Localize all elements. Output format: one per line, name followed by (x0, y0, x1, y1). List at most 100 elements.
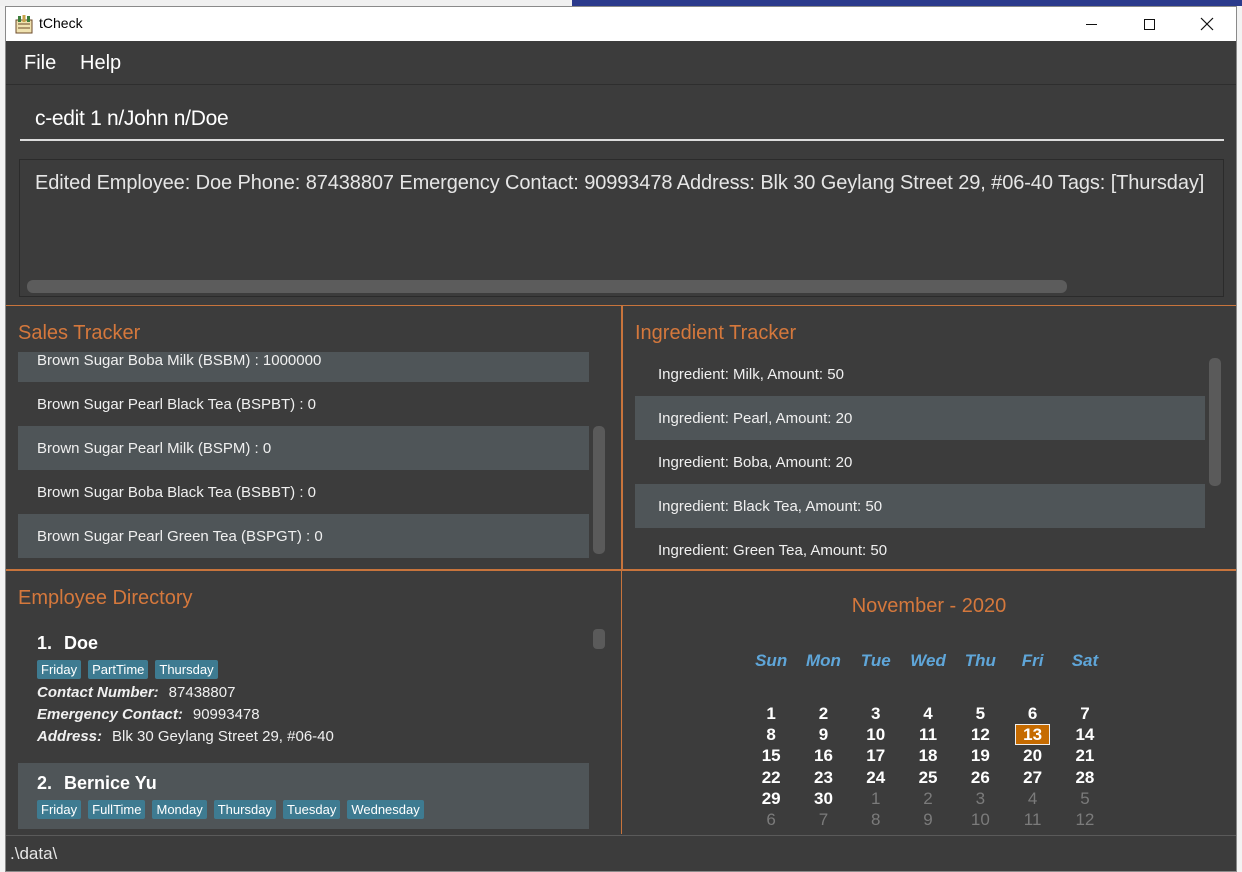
calendar-panel: November - 2020 Sun Mon Tue Wed Thu Fri … (622, 570, 1236, 834)
command-input[interactable] (20, 99, 1224, 141)
calendar-day[interactable]: 18 (902, 745, 954, 766)
employee-index: 1. (37, 633, 53, 653)
employee-card[interactable]: 2. Bernice Yu Friday FullTime Monday Thur… (18, 763, 589, 829)
calendar-week: 1 2 3 4 5 6 7 (745, 703, 1111, 724)
sales-item[interactable]: Brown Sugar Pearl Green Tea (BSPGT) : 0 (18, 514, 589, 558)
window-title: tCheck (39, 15, 83, 31)
calendar-day[interactable]: 12 (954, 724, 1006, 745)
title-bar[interactable]: tCheck (6, 7, 1236, 41)
calendar-day-label: 19 (970, 746, 990, 766)
contact-label: Contact Number: (37, 684, 159, 701)
employee-scrollbar[interactable] (593, 629, 605, 649)
calendar-day[interactable]: 4 (902, 703, 954, 724)
calendar-day-label: 21 (1075, 746, 1095, 766)
calendar-day[interactable]: 6 (1006, 703, 1058, 724)
calendar-day-other-month[interactable]: 8 (850, 809, 902, 830)
calendar-day-other-month[interactable]: 9 (902, 809, 954, 830)
calendar-day[interactable]: 15 (745, 745, 797, 766)
calendar-day[interactable]: 19 (954, 745, 1006, 766)
calendar-day[interactable]: 16 (797, 745, 849, 766)
result-horizontal-scrollbar[interactable] (27, 280, 1067, 293)
employee-directory-panel: Employee Directory 1. Doe Friday PartTime… (6, 570, 622, 834)
calendar-day[interactable]: 20 (1006, 745, 1058, 766)
ingredient-item[interactable]: Ingredient: Pearl, Amount: 20 (635, 396, 1205, 440)
sales-list[interactable]: Brown Sugar Boba Milk (BSBM) : 1000000 B… (18, 352, 589, 558)
emergency-label: Emergency Contact: (37, 706, 183, 723)
calendar-day-other-month[interactable]: 6 (745, 809, 797, 830)
calendar-day[interactable]: 3 (850, 703, 902, 724)
calendar-week: 15 16 17 18 19 20 21 (745, 745, 1111, 766)
close-button[interactable] (1178, 7, 1236, 41)
maximize-button[interactable] (1120, 7, 1178, 41)
sales-scrollbar[interactable] (593, 426, 605, 554)
calendar-day[interactable]: 27 (1006, 767, 1058, 788)
dayname-sat: Sat (1071, 651, 1099, 670)
calendar-day-label: 7 (818, 809, 829, 829)
calendar-day[interactable]: 11 (902, 724, 954, 745)
calendar-day[interactable]: 21 (1059, 745, 1111, 766)
close-icon (1200, 17, 1214, 31)
calendar-day[interactable]: 1 (745, 703, 797, 724)
calendar-day[interactable]: 7 (1059, 703, 1111, 724)
employee-list[interactable]: 1. Doe Friday PartTime Thursday Contact N… (18, 623, 589, 829)
calendar-day-other-month[interactable]: 1 (850, 788, 902, 809)
calendar-day-other-month[interactable]: 2 (902, 788, 954, 809)
employee-tag: Tuesday (282, 800, 341, 819)
employee-tag: FullTime (88, 800, 146, 819)
sales-item[interactable]: Brown Sugar Pearl Black Tea (BSPBT) : 0 (18, 382, 589, 426)
calendar-day-label: 2 (818, 704, 829, 723)
calendar-day-other-month[interactable]: 4 (1006, 788, 1058, 809)
calendar-day[interactable]: 30 (797, 788, 849, 809)
calendar-day[interactable]: 28 (1059, 767, 1111, 788)
calendar-day[interactable]: 23 (797, 767, 849, 788)
calendar-day-today[interactable]: 13 (1006, 724, 1058, 746)
calendar-day-other-month[interactable]: 10 (954, 809, 1006, 830)
sales-item[interactable]: Brown Sugar Pearl Milk (BSPM) : 0 (18, 426, 589, 470)
address-value: Blk 30 Geylang Street 29, #06-40 (112, 728, 334, 745)
sales-item[interactable]: Brown Sugar Boba Black Tea (BSBBT) : 0 (18, 470, 589, 514)
sales-item[interactable]: Brown Sugar Boba Milk (BSBM) : 1000000 (18, 352, 589, 382)
calendar-day-other-month[interactable]: 12 (1059, 809, 1111, 830)
emergency-value: 90993478 (192, 706, 260, 723)
dayname-fri: Fri (1021, 651, 1044, 670)
calendar-day[interactable]: 10 (850, 724, 902, 745)
calendar-day[interactable]: 14 (1059, 724, 1111, 745)
calendar-day[interactable]: 5 (954, 703, 1006, 724)
calendar-day[interactable]: 25 (902, 767, 954, 788)
calendar-day-other-month[interactable]: 7 (797, 809, 849, 830)
calendar-day[interactable]: 2 (797, 703, 849, 724)
calendar-day[interactable]: 22 (745, 767, 797, 788)
minimize-button[interactable] (1062, 7, 1120, 41)
employee-tag: Thursday (213, 800, 276, 819)
calendar-day[interactable]: 26 (954, 767, 1006, 788)
calendar-day-other-month[interactable]: 11 (1006, 809, 1058, 830)
calendar-day-label: 29 (761, 788, 781, 808)
ingredient-item[interactable]: Ingredient: Milk, Amount: 50 (635, 352, 1205, 396)
calendar-day[interactable]: 8 (745, 724, 797, 745)
ingredient-tracker-title: Ingredient Tracker (635, 322, 797, 344)
calendar-day-label: 24 (866, 767, 886, 787)
employee-tags: Friday FullTime Monday Thursday Tuesday … (37, 800, 589, 819)
dayname-wed: Wed (910, 651, 946, 670)
calendar-day[interactable]: 29 (745, 788, 797, 809)
calendar-day[interactable]: 17 (850, 745, 902, 766)
calendar-day[interactable]: 9 (797, 724, 849, 745)
ingredient-item[interactable]: Ingredient: Black Tea, Amount: 50 (635, 484, 1205, 528)
ingredient-list[interactable]: Ingredient: Milk, Amount: 50 Ingredient:… (635, 352, 1205, 558)
menu-help[interactable]: Help (80, 52, 121, 75)
employee-card[interactable]: 1. Doe Friday PartTime Thursday Contact N… (18, 623, 589, 763)
result-text: Edited Employee: Doe Phone: 87438807 Eme… (35, 172, 1205, 194)
calendar-day-other-month[interactable]: 5 (1059, 788, 1111, 809)
ingredient-scrollbar[interactable] (1209, 358, 1221, 486)
result-display[interactable]: Edited Employee: Doe Phone: 87438807 Eme… (19, 159, 1224, 297)
calendar-day-label: 12 (970, 725, 990, 745)
calendar-day-other-month[interactable]: 3 (954, 788, 1006, 809)
employee-index: 2. (37, 773, 53, 793)
app-window: tCheck File Help Edited Employee: Doe Ph… (5, 6, 1237, 872)
menu-file[interactable]: File (24, 52, 56, 75)
ingredient-item[interactable]: Ingredient: Green Tea, Amount: 50 (635, 528, 1205, 558)
calendar-day-label: 6 (766, 809, 776, 829)
calendar-title: November - 2020 (851, 595, 1007, 617)
ingredient-item[interactable]: Ingredient: Boba, Amount: 20 (635, 440, 1205, 484)
calendar-day[interactable]: 24 (850, 767, 902, 788)
